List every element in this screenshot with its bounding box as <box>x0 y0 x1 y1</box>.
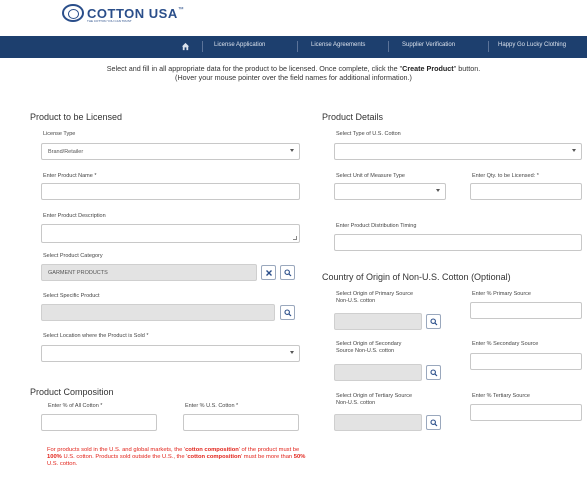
nav-license-agreements[interactable]: License Agreements <box>311 42 365 48</box>
search-tertiary-origin-button[interactable] <box>426 415 441 430</box>
distribution-timing-input[interactable] <box>334 234 582 251</box>
location-sold-select[interactable] <box>41 345 300 362</box>
nav-supplier-verification[interactable]: Supplier Verification <box>402 42 455 48</box>
qty-licensed-label: Enter Qty. to be Licensed: * <box>472 173 539 179</box>
warning-text: U.S. cotton. Products sold outside the U… <box>61 454 188 460</box>
warning-emphasis: 100% <box>47 454 62 460</box>
tertiary-origin-field <box>334 414 422 431</box>
license-type-label: License Type <box>43 131 76 137</box>
section-title-product-details: Product Details <box>322 112 384 122</box>
home-icon[interactable] <box>181 42 190 51</box>
intro-emphasis: Create Product <box>402 64 454 73</box>
secondary-origin-label-line: Select Origin of Secondary <box>336 341 402 347</box>
primary-origin-label: Select Origin of Primary Source Non-U.S.… <box>336 291 413 305</box>
type-us-cotton-label: Select Type of U.S. Cotton <box>336 131 401 137</box>
warning-text: ' must be more than <box>241 454 294 460</box>
section-title-product-composition: Product Composition <box>30 387 114 397</box>
section-title-country-origin: Country of Origin of Non-U.S. Cotton (Op… <box>322 272 511 282</box>
secondary-origin-label-line: Source Non-U.S. cotton <box>336 348 395 354</box>
search-icon <box>430 318 438 326</box>
product-description-textarea[interactable] <box>41 224 300 243</box>
tertiary-origin-label: Select Origin of Tertiary Source Non-U.S… <box>336 393 412 407</box>
primary-origin-label-line: Non-U.S. cotton <box>336 298 376 304</box>
specific-product-field <box>41 304 275 321</box>
license-type-select[interactable]: Brand/Retailer <box>41 143 300 160</box>
search-category-button[interactable] <box>280 265 295 280</box>
chevron-down-icon <box>436 189 440 192</box>
specific-product-label: Select Specific Product <box>43 293 100 299</box>
location-sold-label: Select Location where the Product is Sol… <box>43 333 149 339</box>
all-cotton-input[interactable] <box>41 414 157 431</box>
tertiary-origin-label-line: Non-U.S. cotton <box>336 400 376 406</box>
secondary-origin-field <box>334 364 422 381</box>
tertiary-pct-label: Enter % Tertiary Source <box>472 393 530 399</box>
nav-divider <box>488 41 489 52</box>
nav-license-application[interactable]: License Application <box>214 42 265 48</box>
search-primary-origin-button[interactable] <box>426 314 441 329</box>
search-specific-product-button[interactable] <box>280 305 295 320</box>
search-icon <box>430 419 438 427</box>
search-icon <box>284 309 292 317</box>
section-title-product-licensed: Product to be Licensed <box>30 112 123 122</box>
primary-origin-label-line: Select Origin of Primary Source <box>336 291 414 297</box>
site-header: COTTON USA ™ THE COTTON YOU CAN TRUST <box>0 0 587 36</box>
resize-grip-icon[interactable] <box>293 236 297 240</box>
product-description-label: Enter Product Description <box>43 213 106 219</box>
intro-text: " button. <box>453 64 481 73</box>
product-category-label: Select Product Category <box>43 253 103 259</box>
search-secondary-origin-button[interactable] <box>426 365 441 380</box>
us-cotton-input[interactable] <box>183 414 299 431</box>
intro-text: Select and fill in all appropriate data … <box>106 64 403 73</box>
all-cotton-label: Enter % of All Cotton * <box>48 403 103 409</box>
secondary-pct-label: Enter % Secondary Source <box>472 341 539 347</box>
primary-pct-label: Enter % Primary Source <box>472 291 531 297</box>
warning-text: ' of the product must be <box>238 447 300 453</box>
chevron-down-icon <box>572 149 576 152</box>
tertiary-pct-input[interactable] <box>470 404 582 421</box>
primary-pct-input[interactable] <box>470 302 582 319</box>
primary-origin-field <box>334 313 422 330</box>
product-category-field: GARMENT PRODUCTS <box>41 264 257 281</box>
chevron-down-icon <box>290 149 294 152</box>
nav-divider <box>202 41 203 52</box>
chevron-down-icon <box>290 351 294 354</box>
distribution-timing-label: Enter Product Distribution Timing <box>336 223 417 229</box>
cotton-logo-icon <box>62 4 84 22</box>
cotton-usa-logo[interactable]: COTTON USA ™ THE COTTON YOU CAN TRUST <box>62 4 184 23</box>
tertiary-origin-label-line: Select Origin of Tertiary Source <box>336 393 413 399</box>
intro-instructions: Select and fill in all appropriate data … <box>20 64 567 82</box>
unit-measure-label: Select Unit of Measure Type <box>336 173 405 179</box>
secondary-origin-label: Select Origin of Secondary Source Non-U.… <box>336 341 401 355</box>
search-icon <box>284 269 292 277</box>
main-navbar: License Application License Agreements S… <box>0 36 587 58</box>
warning-text: For products sold in the U.S. and global… <box>47 447 186 453</box>
composition-warning: For products sold in the U.S. and global… <box>47 447 309 468</box>
warning-emphasis: cotton composition <box>185 447 239 453</box>
license-type-value: Brand/Retailer <box>48 149 84 155</box>
qty-licensed-input[interactable] <box>470 183 582 200</box>
secondary-pct-input[interactable] <box>470 353 582 370</box>
product-name-label: Enter Product Name * <box>43 173 97 179</box>
warning-emphasis: 50% <box>293 454 306 460</box>
clear-icon <box>266 270 272 276</box>
us-cotton-label: Enter % U.S. Cotton * <box>185 403 239 409</box>
logo-tagline: THE COTTON YOU CAN TRUST <box>87 19 132 23</box>
type-us-cotton-select[interactable] <box>334 143 582 160</box>
warning-emphasis: cotton composition <box>187 454 242 460</box>
product-name-input[interactable] <box>41 183 300 200</box>
intro-hint: (Hover your mouse pointer over the field… <box>175 73 412 82</box>
clear-category-button[interactable] <box>261 265 276 280</box>
nav-divider <box>297 41 298 52</box>
unit-measure-select[interactable] <box>334 183 446 200</box>
warning-text: U.S. cotton. <box>47 461 78 467</box>
trademark: ™ <box>177 7 184 13</box>
nav-account-name[interactable]: Happy Go Lucky Clothing <box>498 42 566 48</box>
nav-divider <box>388 41 389 52</box>
search-icon <box>430 369 438 377</box>
